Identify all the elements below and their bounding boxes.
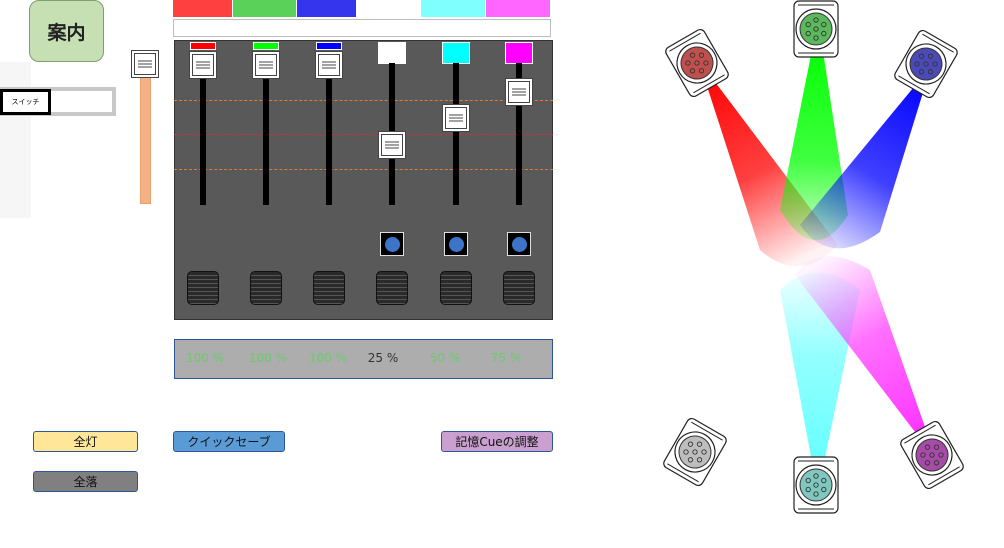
channel-1-flash-button[interactable] (187, 271, 219, 305)
blackout-button[interactable]: 全落 (33, 471, 138, 492)
level-readout-ch1: 100 % (185, 351, 225, 365)
fixture-red[interactable] (664, 28, 730, 98)
channel-6-fader-handle[interactable] (505, 77, 533, 106)
channel-2-fader-handle[interactable] (252, 51, 280, 79)
channel-1-color-swatch (190, 42, 216, 50)
color-strip-segment (357, 0, 422, 17)
channel-5-fader-handle[interactable] (442, 104, 470, 132)
color-strip-segment (297, 0, 358, 17)
channel-5-flash-button[interactable] (440, 271, 472, 305)
channel-3-color-swatch (316, 42, 342, 50)
color-strip-segment (233, 0, 298, 17)
channel-3-fader-handle[interactable] (315, 51, 343, 79)
fixture-cyan[interactable] (793, 456, 839, 514)
channel-4-color-swatch (378, 42, 406, 64)
fader-console (174, 40, 553, 320)
guide-line-50 (174, 134, 553, 135)
cue-adjust-button[interactable]: 記憶Cueの調整 (441, 431, 553, 452)
fixture-magenta[interactable] (899, 420, 965, 490)
level-readout-ch4: 25 % (367, 351, 399, 365)
color-strip-segment (173, 0, 234, 17)
left-panel-background (0, 62, 31, 218)
level-readout-ch5: 50 % (429, 351, 461, 365)
color-strip (173, 0, 551, 17)
color-strip-segment (486, 0, 551, 17)
guide-line-25 (174, 169, 553, 170)
switch-label[interactable]: スイッチ (0, 89, 51, 115)
channel-4-fader-handle[interactable] (378, 130, 406, 159)
stage-view (662, 0, 965, 514)
quick-save-button[interactable]: クイックセーブ (173, 431, 285, 452)
channel-4-select-button[interactable] (380, 232, 404, 256)
channel-1-fader-handle[interactable] (189, 51, 217, 79)
name-field[interactable] (173, 19, 551, 37)
master-fader-handle[interactable] (131, 50, 159, 78)
channel-5-select-button[interactable] (444, 232, 468, 256)
channel-6-select-button[interactable] (507, 232, 531, 256)
channel-5-fader-track[interactable] (453, 63, 459, 205)
channel-2-flash-button[interactable] (250, 271, 282, 305)
channel-6-flash-button[interactable] (503, 271, 535, 305)
guide-line-75 (174, 100, 553, 101)
level-readout-ch6: 75 % (490, 351, 522, 365)
channel-4-flash-button[interactable] (376, 271, 408, 305)
channel-5-color-swatch (442, 42, 470, 64)
fixture-green[interactable] (793, 0, 839, 58)
channel-3-fader-track[interactable] (326, 63, 332, 205)
light-beams (705, 45, 925, 462)
all-on-button[interactable]: 全灯 (33, 431, 138, 452)
channel-1-fader-track[interactable] (200, 63, 206, 205)
master-fader-track[interactable] (140, 76, 151, 204)
color-strip-segment (421, 0, 487, 17)
fixture-blue[interactable] (893, 29, 959, 99)
fixture-white[interactable] (662, 417, 728, 487)
channel-2-color-swatch (253, 42, 279, 50)
channel-3-flash-button[interactable] (313, 271, 345, 305)
channel-6-color-swatch (505, 42, 533, 64)
level-readout-ch3: 100 % (308, 351, 348, 365)
channel-2-fader-track[interactable] (263, 63, 269, 205)
guide-button[interactable]: 案内 (29, 0, 104, 62)
level-readout-ch2: 100 % (248, 351, 288, 365)
